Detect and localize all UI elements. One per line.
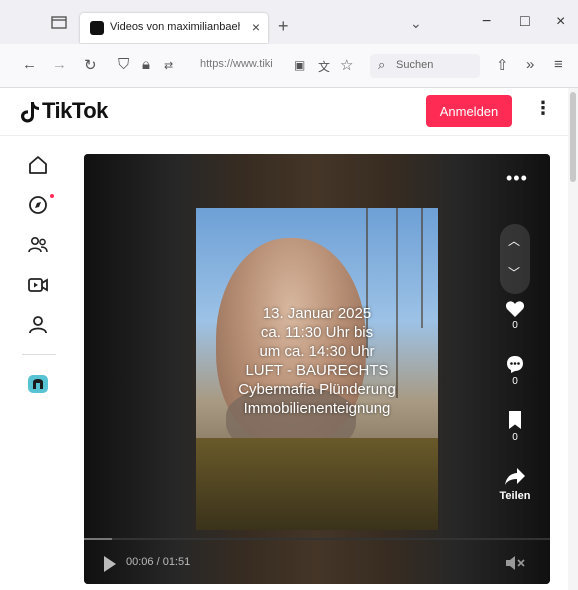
explore-icon[interactable]: [27, 194, 49, 216]
tab-close-button[interactable]: ×: [252, 19, 260, 35]
search-field[interactable]: ⌕ Suchen: [370, 54, 480, 78]
video-progress-fill: [84, 538, 112, 540]
save-action[interactable]: 0: [495, 410, 535, 443]
lock-icon[interactable]: 🔒︎: [142, 56, 150, 73]
caption-line: ca. 11:30 Uhr bis: [260, 324, 374, 341]
url-field[interactable]: https://www.tiki: [200, 58, 273, 70]
reader-view-icon[interactable]: ▣: [294, 58, 305, 72]
like-action[interactable]: 0: [495, 300, 535, 331]
comment-action[interactable]: 0: [495, 354, 535, 387]
tiktok-logo-icon[interactable]: [20, 100, 40, 124]
video-time: 00:06 / 01:51: [126, 556, 191, 568]
share-page-icon[interactable]: ⇧: [496, 56, 509, 74]
browser-tab[interactable]: Videos von maximilianbaehring ×: [80, 13, 268, 43]
comment-count: 0: [512, 376, 518, 387]
share-action[interactable]: Teilen: [495, 466, 535, 502]
tab-overflow-chevron-icon[interactable]: ⌄: [410, 15, 422, 32]
sidebar-divider: [22, 354, 56, 355]
notification-dot: [50, 194, 54, 198]
video-frame-image[interactable]: 13. Januar 2025 ca. 11:30 Uhr bis um ca.…: [196, 208, 438, 530]
new-tab-button[interactable]: +: [278, 16, 289, 37]
tiktok-favicon-icon: [90, 21, 104, 35]
sidebar: [0, 136, 72, 590]
maximize-button[interactable]: □: [520, 13, 530, 31]
overflow-icon[interactable]: »: [526, 56, 534, 73]
video-caption-overlay: 13. Januar 2025 ca. 11:30 Uhr bis um ca.…: [196, 304, 438, 418]
like-count: 0: [512, 320, 518, 331]
caption-line: 13. Januar 2025: [262, 305, 372, 322]
tiktok-header: TikTok Anmelden ⋮: [0, 88, 578, 136]
back-icon[interactable]: ←: [22, 56, 37, 73]
menu-icon[interactable]: ≡: [554, 56, 563, 73]
tiktok-logo-text[interactable]: TikTok: [42, 98, 108, 124]
reload-icon[interactable]: ↻: [84, 56, 97, 74]
following-icon[interactable]: [27, 234, 49, 256]
caption-line: Cybermafia Plünderung: [238, 381, 396, 398]
heart-icon: [505, 301, 525, 317]
video-progress-bar[interactable]: [84, 538, 550, 540]
play-icon[interactable]: [104, 556, 116, 572]
person-jacket: [196, 438, 438, 530]
home-icon[interactable]: [27, 154, 49, 176]
forward-icon[interactable]: →: [52, 56, 67, 73]
search-placeholder: Suchen: [396, 59, 434, 71]
caption-line: um ca. 14:30 Uhr: [259, 343, 375, 360]
more-options-icon[interactable]: ⋮: [534, 98, 552, 119]
video-player[interactable]: 13. Januar 2025 ca. 11:30 Uhr bis um ca.…: [84, 154, 550, 584]
video-more-icon[interactable]: •••: [506, 168, 528, 189]
scrollbar-thumb[interactable]: [570, 92, 576, 182]
previous-video-icon[interactable]: ︿: [508, 232, 520, 249]
login-button[interactable]: Anmelden: [426, 95, 512, 127]
comment-icon: [507, 356, 523, 373]
live-icon[interactable]: [27, 274, 49, 296]
close-window-button[interactable]: ×: [556, 13, 565, 31]
mute-icon[interactable]: [504, 554, 526, 572]
shield-icon[interactable]: ⛉: [118, 56, 129, 73]
caption-line: LUFT - BAURECHTS: [245, 362, 389, 379]
next-video-icon[interactable]: ﹀: [508, 264, 520, 281]
save-count: 0: [512, 432, 518, 443]
page-scrollbar[interactable]: [568, 88, 578, 590]
bookmark-star-icon[interactable]: ☆: [340, 56, 353, 74]
translate-icon[interactable]: 文: [318, 58, 330, 75]
video-nav-pill: ︿ ﹀: [500, 224, 530, 294]
profile-icon[interactable]: [27, 314, 49, 336]
minimize-button[interactable]: −: [482, 13, 491, 31]
browser-nav-bar: ← → ↻ ⛉ 🔒︎ ⇄ https://www.tiki ▣ 文 ☆ ⌕ Su…: [0, 44, 578, 88]
creator-icon[interactable]: [27, 372, 49, 394]
browser-tab-bar: Videos von maximilianbaehring × + ⌄ − □ …: [0, 0, 578, 44]
search-icon: ⌕: [378, 57, 386, 72]
tab-title: Videos von maximilianbaehring: [110, 21, 240, 33]
share-arrow-icon: [505, 468, 525, 485]
permissions-icon[interactable]: ⇄: [164, 59, 173, 72]
share-label: Teilen: [499, 490, 531, 502]
bookmark-icon: [509, 411, 521, 429]
tab-list-icon[interactable]: [50, 14, 68, 30]
caption-line: Immobilienenteignung: [243, 400, 391, 417]
